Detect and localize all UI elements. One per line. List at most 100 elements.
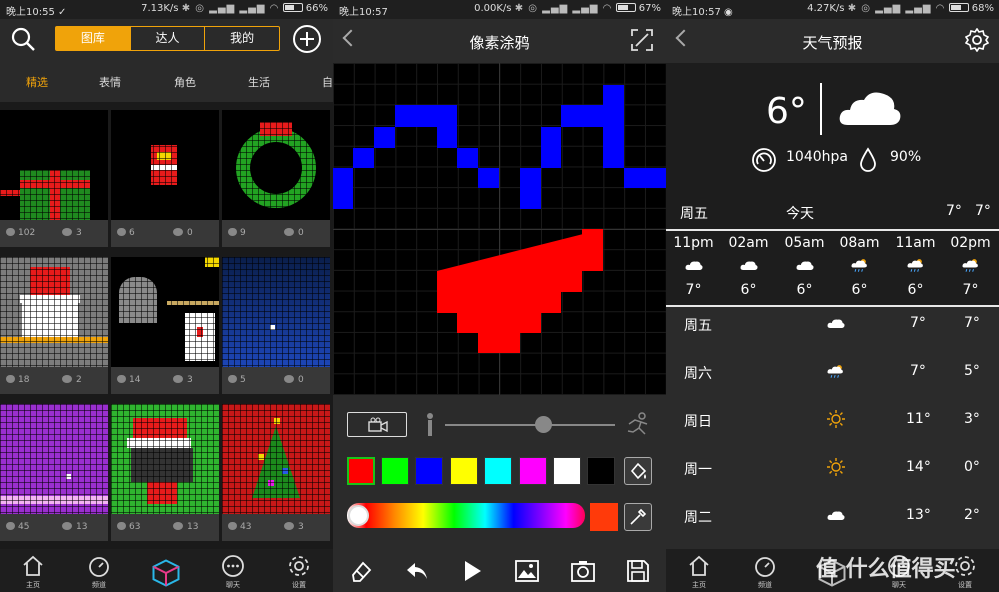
color-swatch-black[interactable] — [587, 457, 615, 485]
home-icon — [689, 555, 709, 576]
draw-header: 像素涂鸦 — [333, 19, 666, 63]
category-more[interactable]: 自 — [322, 74, 333, 90]
play-icon[interactable] — [457, 557, 485, 585]
fill-bucket-icon — [630, 462, 647, 480]
likes-count: 6 — [117, 228, 135, 238]
gallery-screen: 晚上10:55 ✓ 7.13K/s ✱ ◎ ▂▄▆ ▂▄▆ ◠ 66% 图库 达… — [0, 0, 333, 592]
nav-home[interactable]: 主页 — [8, 554, 58, 590]
drawing-strokes — [333, 85, 666, 353]
battery-text: 68% — [971, 3, 994, 14]
color-swatch-magenta[interactable] — [519, 457, 547, 485]
color-swatch-blue[interactable] — [415, 457, 443, 485]
santa-back-artwork — [111, 404, 219, 514]
undo-icon[interactable] — [403, 557, 431, 585]
category-featured[interactable]: 精选 — [26, 74, 48, 90]
likes-count: 18 — [6, 375, 29, 385]
artwork-card[interactable]: 14 3 — [111, 257, 219, 394]
gear-icon — [955, 556, 975, 576]
drawing-tools — [333, 395, 666, 549]
comment-icon — [284, 375, 294, 383]
battery-fill — [950, 5, 961, 10]
likes-count: 63 — [117, 522, 140, 532]
artwork-grid: 102 3 60 90 18 2 14 3 5 0 45 13 63 13 43… — [0, 102, 333, 549]
pixel-draw-screen: 晚上10:57 0.00K/s ✱ ◎ ▂▄▆ ▂▄▆ ◠ 67% 像素涂鸦 — [333, 0, 666, 592]
artwork-card[interactable]: 50 — [222, 257, 330, 394]
ghost-artwork — [111, 257, 219, 367]
image-icon[interactable] — [513, 557, 541, 585]
compass-icon — [755, 557, 775, 577]
net-speed: 4.27K/s — [807, 3, 845, 14]
hourly-item: 05am 6° — [784, 235, 825, 298]
hourly-forecast[interactable]: 11pm 7° 02am 6° 05am 6° 08am 6° 11am 6° … — [666, 229, 999, 307]
artwork-card[interactable]: 43 3 — [222, 404, 330, 541]
nav-settings[interactable]: 设置 — [274, 554, 324, 590]
gear-icon[interactable] — [965, 28, 989, 52]
save-icon[interactable] — [624, 557, 652, 585]
comment-icon — [173, 375, 183, 383]
artwork-card[interactable]: 60 — [111, 110, 219, 247]
comments-count: 3 — [173, 375, 193, 385]
color-swatch-green[interactable] — [381, 457, 409, 485]
tab-gallery[interactable]: 图库 — [56, 27, 131, 50]
net-speed: 0.00K/s — [474, 3, 512, 14]
action-bar — [333, 549, 666, 592]
nav-channel[interactable]: 频道 — [74, 554, 124, 590]
category-character[interactable]: 角色 — [174, 74, 196, 90]
weather-screen: 晚上10:57 ◉ 4.27K/s ✱ ◎ ▂▄▆ ▂▄▆ ◠ 68% 天气预报… — [666, 0, 999, 592]
speed-slider-knob[interactable] — [535, 416, 552, 433]
compass-icon — [89, 557, 109, 577]
purple-artwork — [0, 404, 108, 514]
battery-fill — [617, 5, 628, 10]
fill-bucket-button[interactable] — [624, 457, 652, 485]
fullscreen-icon[interactable] — [630, 28, 654, 52]
add-button[interactable] — [293, 25, 321, 53]
tab-mine[interactable]: 我的 — [205, 27, 279, 50]
category-life[interactable]: 生活 — [248, 74, 270, 90]
eyedropper-button[interactable] — [624, 503, 652, 531]
camera-icon[interactable] — [569, 557, 597, 585]
nav-chat[interactable]: 聊天 — [208, 554, 258, 590]
rain-cloud-icon — [850, 259, 867, 272]
page-title: 天气预报 — [802, 34, 863, 52]
home-icon — [23, 555, 43, 576]
nav-home[interactable]: 主页 — [674, 554, 724, 590]
record-button[interactable] — [347, 412, 407, 437]
artwork-card[interactable]: 18 2 — [0, 257, 108, 394]
hue-slider[interactable] — [347, 503, 585, 528]
hue-slider-knob[interactable] — [348, 505, 369, 526]
likes-count: 102 — [6, 228, 35, 238]
color-swatch-red[interactable] — [347, 457, 375, 485]
daily-row: 周日 11° 3° — [684, 410, 980, 430]
rain-cloud-icon — [961, 259, 978, 272]
artwork-card[interactable]: 63 13 — [111, 404, 219, 541]
heart-icon — [228, 522, 237, 530]
signal-icons: ✱ ◎ ▂▄▆ ▂▄▆ ◠ — [847, 3, 946, 14]
comments-count: 3 — [62, 228, 82, 238]
hourly-item: 11am 6° — [895, 235, 936, 298]
artwork-card[interactable]: 90 — [222, 110, 330, 247]
artwork-card[interactable]: 102 3 — [0, 110, 108, 247]
nav-device[interactable] — [141, 558, 191, 590]
color-swatch-white[interactable] — [553, 457, 581, 485]
pressure-value: 1040hpa — [786, 149, 848, 165]
gallery-tabs: 图库 达人 我的 — [55, 26, 280, 51]
category-emoji[interactable]: 表情 — [99, 74, 121, 90]
heart-icon — [117, 228, 126, 236]
speed-slider[interactable] — [445, 424, 615, 426]
artwork-card[interactable]: 45 13 — [0, 404, 108, 541]
daily-forecast: 周五 7° 7° 周六 7° 5° 周日 11° 3° 周一 14° 0° 周二… — [666, 307, 999, 549]
cloud-icon — [827, 319, 845, 328]
wreath-artwork — [222, 110, 330, 220]
status-bar: 晚上10:55 ✓ 7.13K/s ✱ ◎ ▂▄▆ ▂▄▆ ◠ 66% — [0, 0, 333, 19]
search-icon[interactable] — [10, 26, 36, 52]
color-swatch-yellow[interactable] — [450, 457, 478, 485]
pixel-canvas[interactable] — [333, 63, 666, 395]
weather-header: 天气预报 — [666, 19, 999, 63]
eraser-icon[interactable] — [347, 557, 375, 585]
heart-icon — [117, 522, 126, 530]
nav-channel[interactable]: 频道 — [740, 554, 790, 590]
rain-cloud-icon — [827, 365, 843, 378]
signal-icons: ✱ ◎ ▂▄▆ ▂▄▆ ◠ — [514, 3, 613, 14]
tab-experts[interactable]: 达人 — [131, 27, 206, 50]
color-swatch-cyan[interactable] — [484, 457, 512, 485]
